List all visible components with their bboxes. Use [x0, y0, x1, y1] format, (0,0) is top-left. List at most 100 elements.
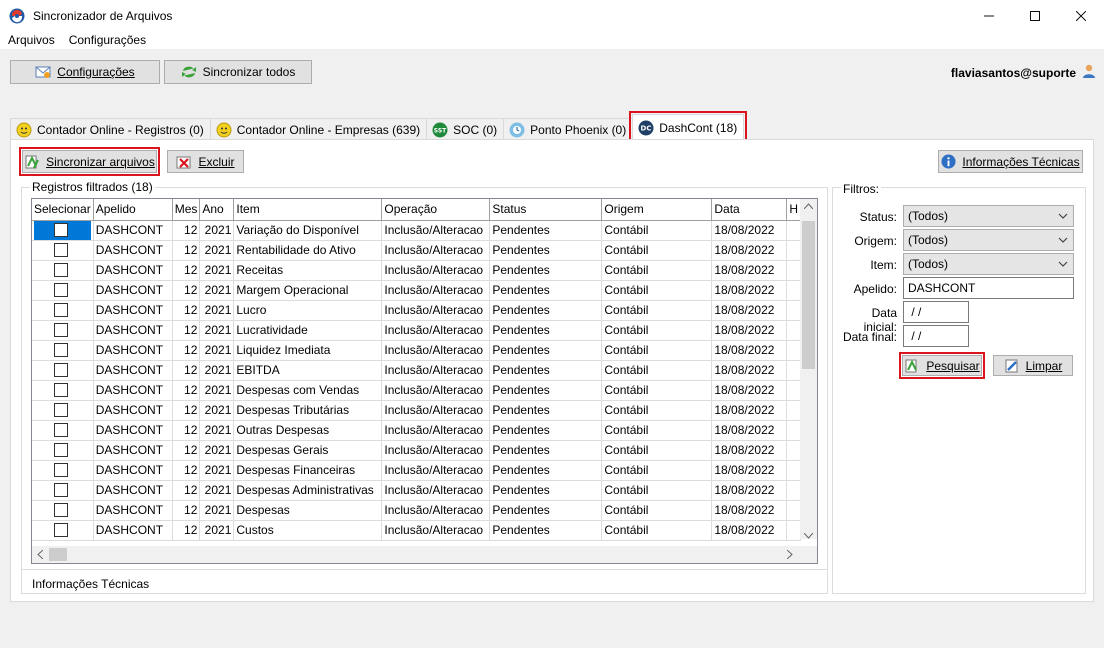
- column-header[interactable]: H: [786, 199, 802, 221]
- column-header[interactable]: Data: [711, 199, 788, 221]
- table-cell: DASHCONT: [93, 240, 173, 261]
- table-cell: Margem Operacional: [233, 280, 383, 301]
- horizontal-scroll-thumb[interactable]: [49, 548, 67, 561]
- row-checkbox[interactable]: [54, 263, 68, 277]
- select-cell[interactable]: [32, 500, 94, 521]
- table-row[interactable]: DASHCONT 12 2021 Receitas Inclusão/Alteracao…: [32, 260, 802, 281]
- close-button[interactable]: [1058, 0, 1104, 31]
- select-cell[interactable]: [32, 360, 94, 381]
- configuracoes-button[interactable]: Configurações: [10, 60, 160, 84]
- column-header[interactable]: Selecionar: [32, 199, 94, 221]
- table-row[interactable]: DASHCONT 12 2021 Liquidez Imediata Inclusão/…: [32, 340, 802, 361]
- column-header[interactable]: Item: [233, 199, 383, 221]
- maximize-button[interactable]: [1012, 0, 1058, 31]
- column-header[interactable]: Apelido: [93, 199, 173, 221]
- table-row[interactable]: DASHCONT 12 2021 Custos Inclusão/Alteracao Pe…: [32, 520, 802, 541]
- row-checkbox[interactable]: [54, 383, 68, 397]
- table-row[interactable]: DASHCONT 12 2021 Despesas Gerais Inclusão/Al…: [32, 440, 802, 461]
- row-checkbox[interactable]: [54, 443, 68, 457]
- scroll-left-icon[interactable]: [37, 549, 44, 562]
- records-grid[interactable]: Selecionar Apelido Mes Ano Item Operação Statu…: [31, 198, 818, 564]
- select-cell[interactable]: [32, 260, 94, 281]
- excluir-button[interactable]: Excluir: [167, 150, 244, 173]
- tab-contador-empresas[interactable]: Contador Online - Empresas (639): [209, 118, 428, 140]
- row-checkbox[interactable]: [54, 303, 68, 317]
- row-checkbox[interactable]: [54, 283, 68, 297]
- item-select[interactable]: (Todos): [903, 253, 1074, 275]
- row-checkbox[interactable]: [54, 223, 68, 237]
- horizontal-scrollbar[interactable]: [32, 546, 817, 563]
- table-row[interactable]: DASHCONT 12 2021 Lucratividade Inclusão/Alte…: [32, 320, 802, 341]
- row-checkbox[interactable]: [54, 243, 68, 257]
- select-cell[interactable]: [32, 420, 94, 441]
- row-checkbox[interactable]: [54, 483, 68, 497]
- select-cell[interactable]: [32, 320, 94, 341]
- row-checkbox[interactable]: [54, 423, 68, 437]
- table-row[interactable]: DASHCONT 12 2021 Despesas com Vendas Inclusã…: [32, 380, 802, 401]
- select-cell[interactable]: [32, 440, 94, 461]
- row-checkbox[interactable]: [54, 363, 68, 377]
- pesquisar-button[interactable]: Pesquisar: [899, 352, 985, 379]
- data-final-input[interactable]: / /: [903, 325, 969, 347]
- minimize-button[interactable]: [966, 0, 1012, 31]
- table-cell: 2021: [199, 400, 235, 421]
- table-cell: 12: [172, 440, 201, 461]
- table-row[interactable]: DASHCONT 12 2021 Rentabilidade do Ativo Incl…: [32, 240, 802, 261]
- table-row[interactable]: DASHCONT 12 2021 Outras Despesas Inclusão/Al…: [32, 420, 802, 441]
- table-row[interactable]: DASHCONT 12 2021 Despesas Inclusão/Alteracao…: [32, 500, 802, 521]
- table-cell: Pendentes: [489, 260, 603, 281]
- sincronizar-todos-button[interactable]: Sincronizar todos: [164, 60, 312, 84]
- vertical-scrollbar[interactable]: [800, 199, 817, 539]
- table-row[interactable]: DASHCONT 12 2021 Despesas Financeiras Inclus…: [32, 460, 802, 481]
- select-cell[interactable]: [32, 300, 94, 321]
- table-row[interactable]: DASHCONT 12 2021 Despesas Tributárias Inclus…: [32, 400, 802, 421]
- limpar-button[interactable]: Limpar: [993, 355, 1073, 376]
- column-header[interactable]: Status: [489, 199, 603, 221]
- table-row[interactable]: DASHCONT 12 2021 Despesas Administrativas In…: [32, 480, 802, 501]
- table-row[interactable]: DASHCONT 12 2021 Margem Operacional Inclusão…: [32, 280, 802, 301]
- table-cell: 12: [172, 300, 201, 321]
- row-checkbox[interactable]: [54, 403, 68, 417]
- tab-soc[interactable]: SST SOC (0): [426, 118, 505, 140]
- tab-label: Contador Online - Registros (0): [37, 122, 204, 137]
- table-row[interactable]: DASHCONT 12 2021 Variação do Disponível Incl…: [32, 220, 802, 241]
- select-cell[interactable]: [32, 520, 94, 541]
- status-select[interactable]: (Todos): [903, 205, 1074, 227]
- select-cell[interactable]: [32, 240, 94, 261]
- scroll-up-icon[interactable]: [803, 201, 814, 212]
- row-checkbox[interactable]: [54, 503, 68, 517]
- tab-contador-registros[interactable]: Contador Online - Registros (0): [10, 118, 211, 140]
- tab-dashcont[interactable]: DC DashCont (18): [629, 111, 748, 143]
- select-cell[interactable]: [32, 380, 94, 401]
- table-cell: 12: [172, 340, 201, 361]
- scroll-down-icon[interactable]: [803, 531, 814, 542]
- select-cell[interactable]: [32, 340, 94, 361]
- origem-select[interactable]: (Todos): [903, 229, 1074, 251]
- column-header[interactable]: Ano: [199, 199, 235, 221]
- table-cell: Despesas: [233, 500, 383, 521]
- menu-configuracoes[interactable]: Configurações: [69, 33, 146, 47]
- row-checkbox[interactable]: [54, 523, 68, 537]
- menu-arquivos[interactable]: Arquivos: [8, 33, 55, 47]
- table-cell: Despesas com Vendas: [233, 380, 383, 401]
- informacoes-tecnicas-button[interactable]: Informações Técnicas: [938, 150, 1083, 173]
- select-cell[interactable]: [32, 400, 94, 421]
- scroll-right-icon[interactable]: [786, 549, 793, 562]
- vertical-scroll-thumb[interactable]: [802, 221, 815, 369]
- tab-ponto-phoenix[interactable]: Ponto Phoenix (0): [503, 118, 634, 140]
- table-row[interactable]: DASHCONT 12 2021 EBITDA Inclusão/Alteracao Pe…: [32, 360, 802, 381]
- table-row[interactable]: DASHCONT 12 2021 Lucro Inclusão/Alteracao Pen…: [32, 300, 802, 321]
- sincronizar-arquivos-button[interactable]: Sincronizar arquivos: [19, 147, 160, 176]
- select-cell[interactable]: [32, 480, 94, 501]
- data-inicial-input[interactable]: / /: [903, 301, 969, 323]
- select-cell[interactable]: [32, 280, 94, 301]
- apelido-input[interactable]: DASHCONT: [903, 277, 1074, 299]
- row-checkbox[interactable]: [54, 343, 68, 357]
- column-header[interactable]: Mes: [172, 199, 201, 221]
- column-header[interactable]: Origem: [601, 199, 713, 221]
- select-cell[interactable]: [32, 220, 94, 241]
- row-checkbox[interactable]: [54, 463, 68, 477]
- select-cell[interactable]: [32, 460, 94, 481]
- column-header[interactable]: Operação: [381, 199, 491, 221]
- row-checkbox[interactable]: [54, 323, 68, 337]
